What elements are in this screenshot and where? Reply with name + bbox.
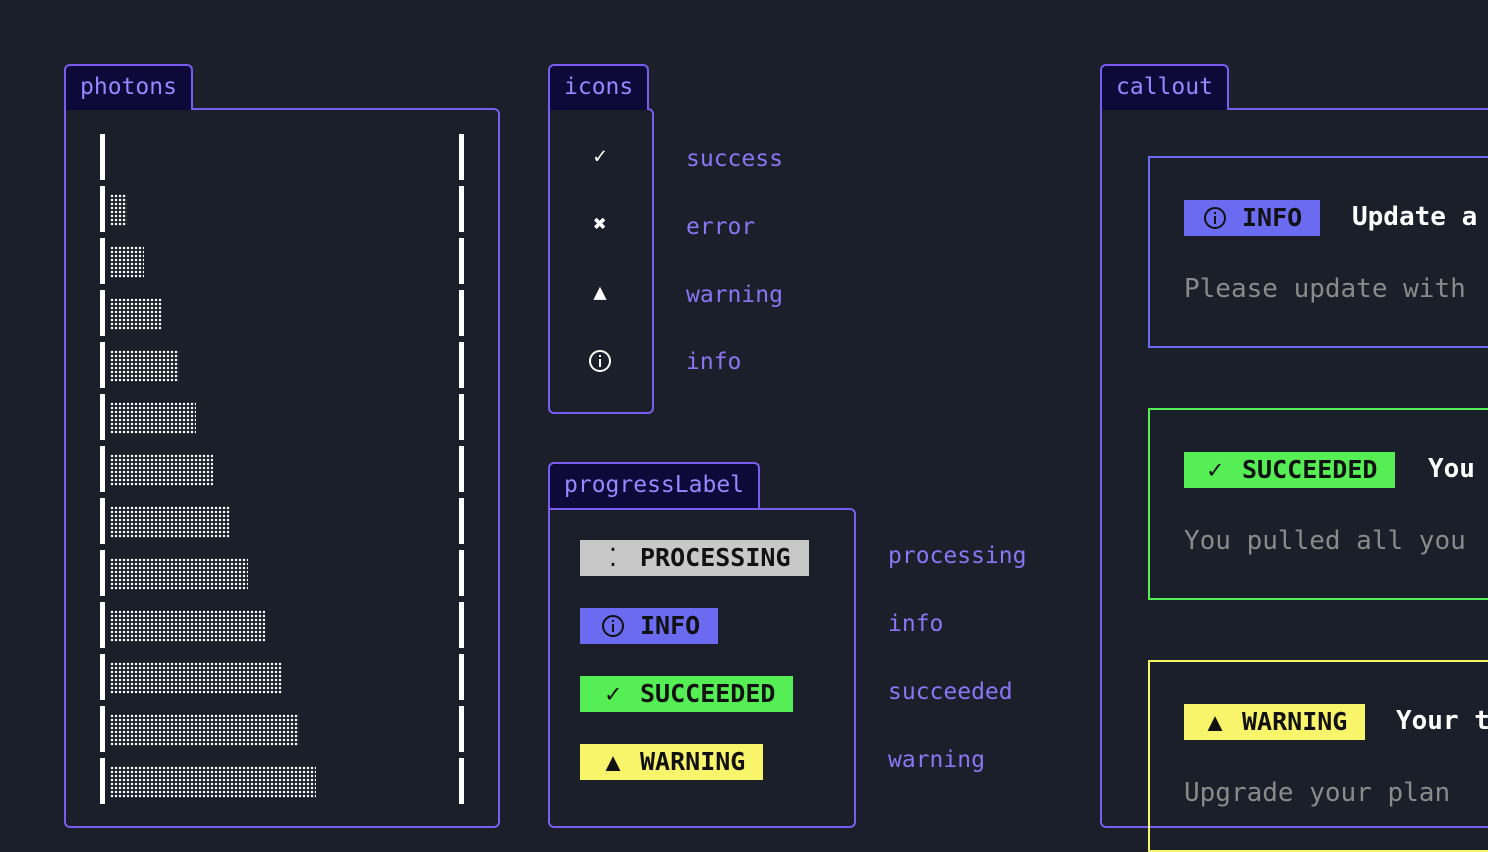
photon-fill	[110, 506, 230, 538]
callout-body-info: Please update with	[1184, 274, 1466, 304]
photon-right-bar	[459, 654, 464, 700]
photon-left-bar	[100, 394, 105, 440]
photon-fill	[110, 714, 299, 746]
photon-left-bar	[100, 134, 105, 180]
callout-title-info: Update a	[1352, 202, 1478, 232]
icon-label-success: success	[686, 146, 783, 172]
callout-title-succeeded: You	[1428, 454, 1475, 484]
tab-progress-label[interactable]: progressLabel	[548, 462, 761, 508]
photon-right-bar	[459, 758, 464, 804]
photon-left-bar	[100, 550, 105, 596]
cross-icon: ✖	[593, 212, 607, 237]
photon-right-bar	[459, 394, 464, 440]
tab-photons[interactable]: photons	[64, 64, 193, 110]
progress-side-label-info: info	[888, 611, 944, 637]
photon-row	[100, 394, 464, 440]
icon-label-warning: warning	[686, 282, 783, 308]
photon-row	[100, 498, 464, 544]
photon-row	[100, 290, 464, 336]
photon-row	[100, 550, 464, 596]
photon-row	[100, 706, 464, 752]
info-circle-icon	[550, 348, 650, 373]
progress-label-warning: ▲ WARNING	[580, 744, 764, 780]
tab-icons[interactable]: icons	[548, 64, 650, 110]
info-circle-icon	[600, 608, 626, 644]
photon-right-bar	[459, 550, 464, 596]
photon-row	[100, 342, 464, 388]
photon-row	[100, 446, 464, 492]
photon-right-bar	[459, 342, 464, 388]
progress-side-label-succeeded: succeeded	[888, 679, 1013, 705]
progress-label-info: INFO	[580, 608, 719, 644]
progress-label-succeeded: ✓ SUCCEEDED	[580, 676, 794, 712]
photon-right-bar	[459, 290, 464, 336]
photon-fill	[110, 350, 179, 382]
photon-row	[100, 238, 464, 284]
photon-fill	[110, 194, 127, 226]
progress-side-label-warning: warning	[888, 747, 985, 773]
photon-left-bar	[100, 446, 105, 492]
photon-left-bar	[100, 654, 105, 700]
photon-fill	[110, 246, 144, 278]
photon-right-bar	[459, 186, 464, 232]
info-circle-icon	[1202, 200, 1228, 236]
photon-fill	[110, 558, 248, 590]
progress-side-label-processing: processing	[888, 543, 1027, 569]
callout-info: INFO Update a Please update with	[1148, 156, 1488, 348]
icon-label-error: error	[686, 214, 756, 240]
photon-left-bar	[100, 238, 105, 284]
callout-warning: ▲ WARNING Your t Upgrade your plan	[1148, 660, 1488, 852]
photon-left-bar	[100, 706, 105, 752]
photon-fill	[110, 662, 282, 694]
callout-body-warning: Upgrade your plan	[1184, 778, 1451, 808]
triangle-icon: ▲	[605, 747, 621, 776]
callout-badge-info: INFO	[1184, 200, 1321, 236]
tab-callout[interactable]: callout	[1100, 64, 1229, 110]
photon-right-bar	[459, 498, 464, 544]
check-icon: ✓	[605, 679, 621, 708]
photon-fill	[110, 402, 196, 434]
check-icon: ✓	[1207, 455, 1223, 484]
spinner-icon: ⁚	[609, 543, 617, 572]
photon-fill	[110, 298, 162, 330]
callout-body-succeeded: You pulled all you	[1184, 526, 1466, 556]
photon-row	[100, 134, 464, 180]
photon-row	[100, 186, 464, 232]
photon-left-bar	[100, 186, 105, 232]
callout-badge-succeeded: ✓ SUCCEEDED	[1184, 452, 1396, 488]
photon-row	[100, 654, 464, 700]
photon-fill	[110, 610, 265, 642]
callout-badge-warning: ▲ WARNING	[1184, 704, 1366, 740]
photon-left-bar	[100, 290, 105, 336]
photon-left-bar	[100, 758, 105, 804]
photon-right-bar	[459, 602, 464, 648]
photon-left-bar	[100, 498, 105, 544]
photon-right-bar	[459, 706, 464, 752]
photon-fill	[110, 766, 316, 798]
icon-label-info: info	[686, 349, 742, 375]
triangle-icon: ▲	[1207, 707, 1223, 736]
photon-fill	[110, 454, 213, 486]
photon-left-bar	[100, 602, 105, 648]
triangle-icon: ▲	[593, 280, 607, 305]
photon-row	[100, 758, 464, 804]
photon-right-bar	[459, 238, 464, 284]
photon-left-bar	[100, 342, 105, 388]
photon-row	[100, 602, 464, 648]
progress-label-processing: ⁚ PROCESSING	[580, 540, 809, 576]
photon-right-bar	[459, 446, 464, 492]
check-icon: ✓	[593, 144, 607, 169]
callout-succeeded: ✓ SUCCEEDED You You pulled all you	[1148, 408, 1488, 600]
photon-right-bar	[459, 134, 464, 180]
callout-title-warning: Your t	[1396, 706, 1488, 736]
